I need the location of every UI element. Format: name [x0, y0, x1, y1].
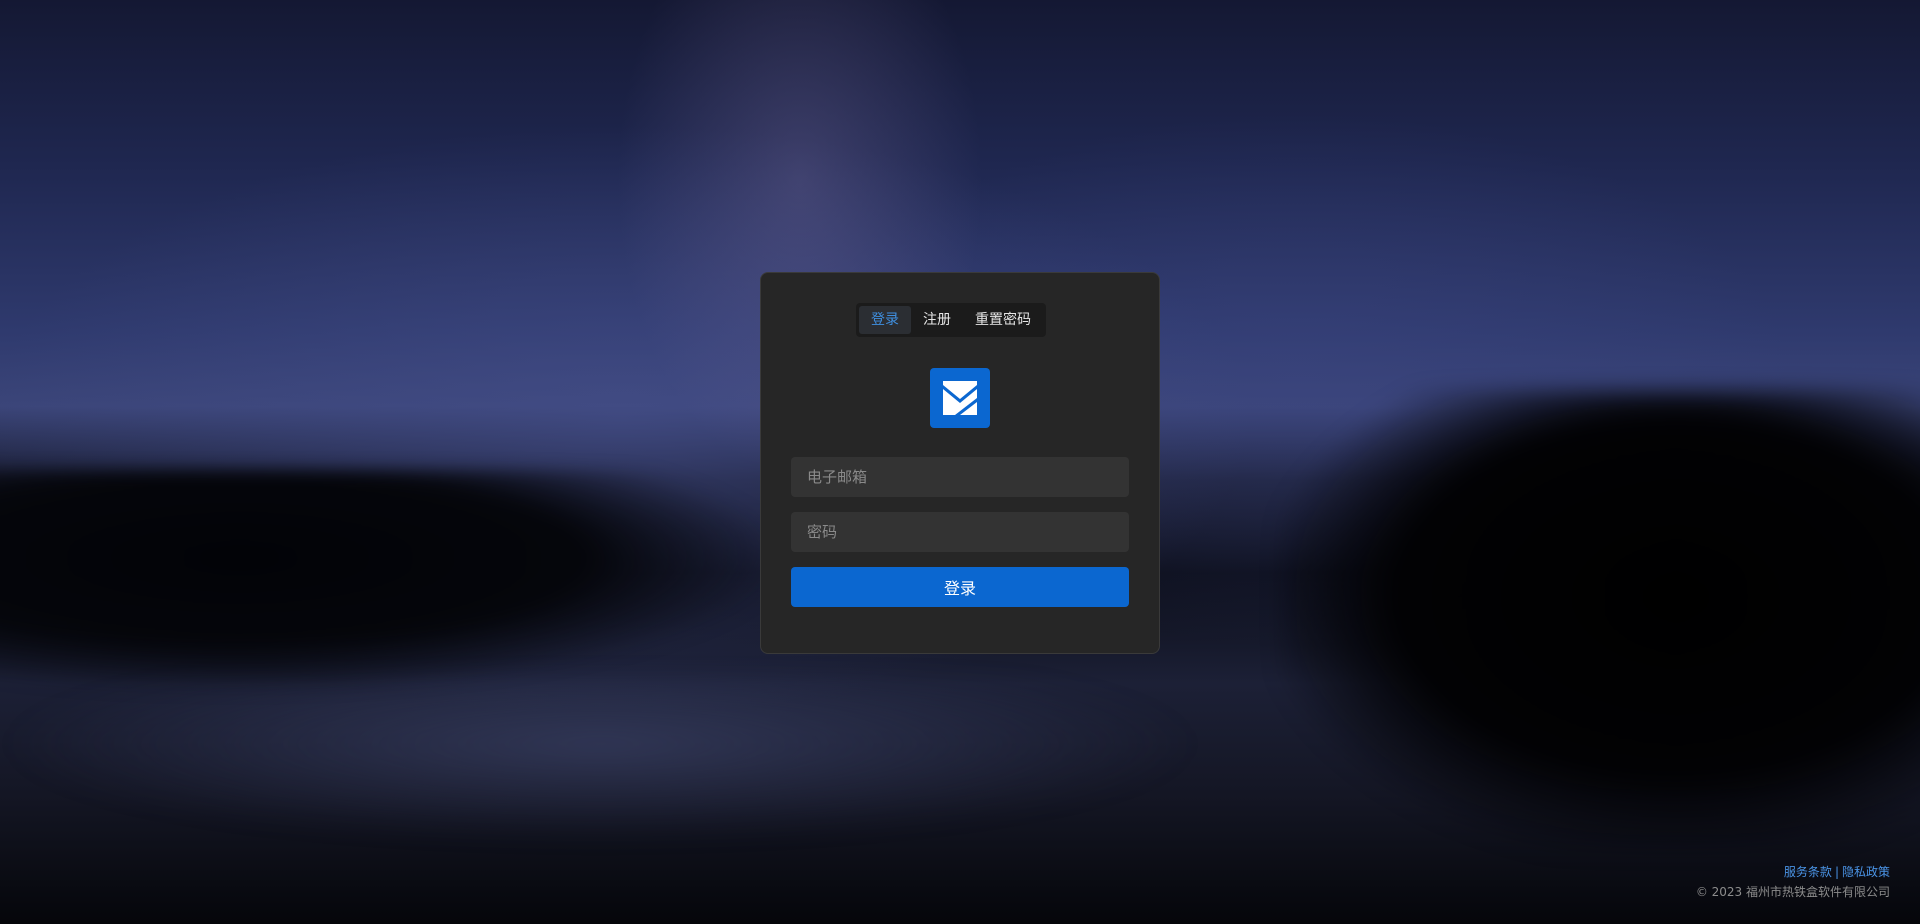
login-card: 登录 注册 重置密码 登录	[760, 272, 1160, 654]
footer: 服务条款 | 隐私政策 © 2023 福州市热铁盒软件有限公司	[1696, 862, 1890, 902]
privacy-link[interactable]: 隐私政策	[1842, 865, 1890, 879]
copyright-text: © 2023 福州市热铁盒软件有限公司	[1695, 885, 1890, 899]
tab-login[interactable]: 登录	[859, 306, 911, 334]
footer-separator: |	[1834, 865, 1839, 879]
envelope-logo-icon	[930, 368, 990, 428]
background-treeline-right	[1280, 390, 1920, 850]
login-button[interactable]: 登录	[791, 567, 1129, 607]
password-input[interactable]	[791, 512, 1129, 552]
tab-register[interactable]: 注册	[911, 306, 963, 334]
terms-link[interactable]: 服务条款	[1784, 865, 1832, 879]
email-input[interactable]	[791, 457, 1129, 497]
background-reflection	[0, 680, 1200, 840]
footer-links: 服务条款 | 隐私政策	[1696, 862, 1890, 882]
auth-tabs: 登录 注册 重置密码	[856, 303, 1046, 337]
background-treeline-left	[0, 470, 780, 690]
tab-reset-password[interactable]: 重置密码	[963, 306, 1043, 334]
